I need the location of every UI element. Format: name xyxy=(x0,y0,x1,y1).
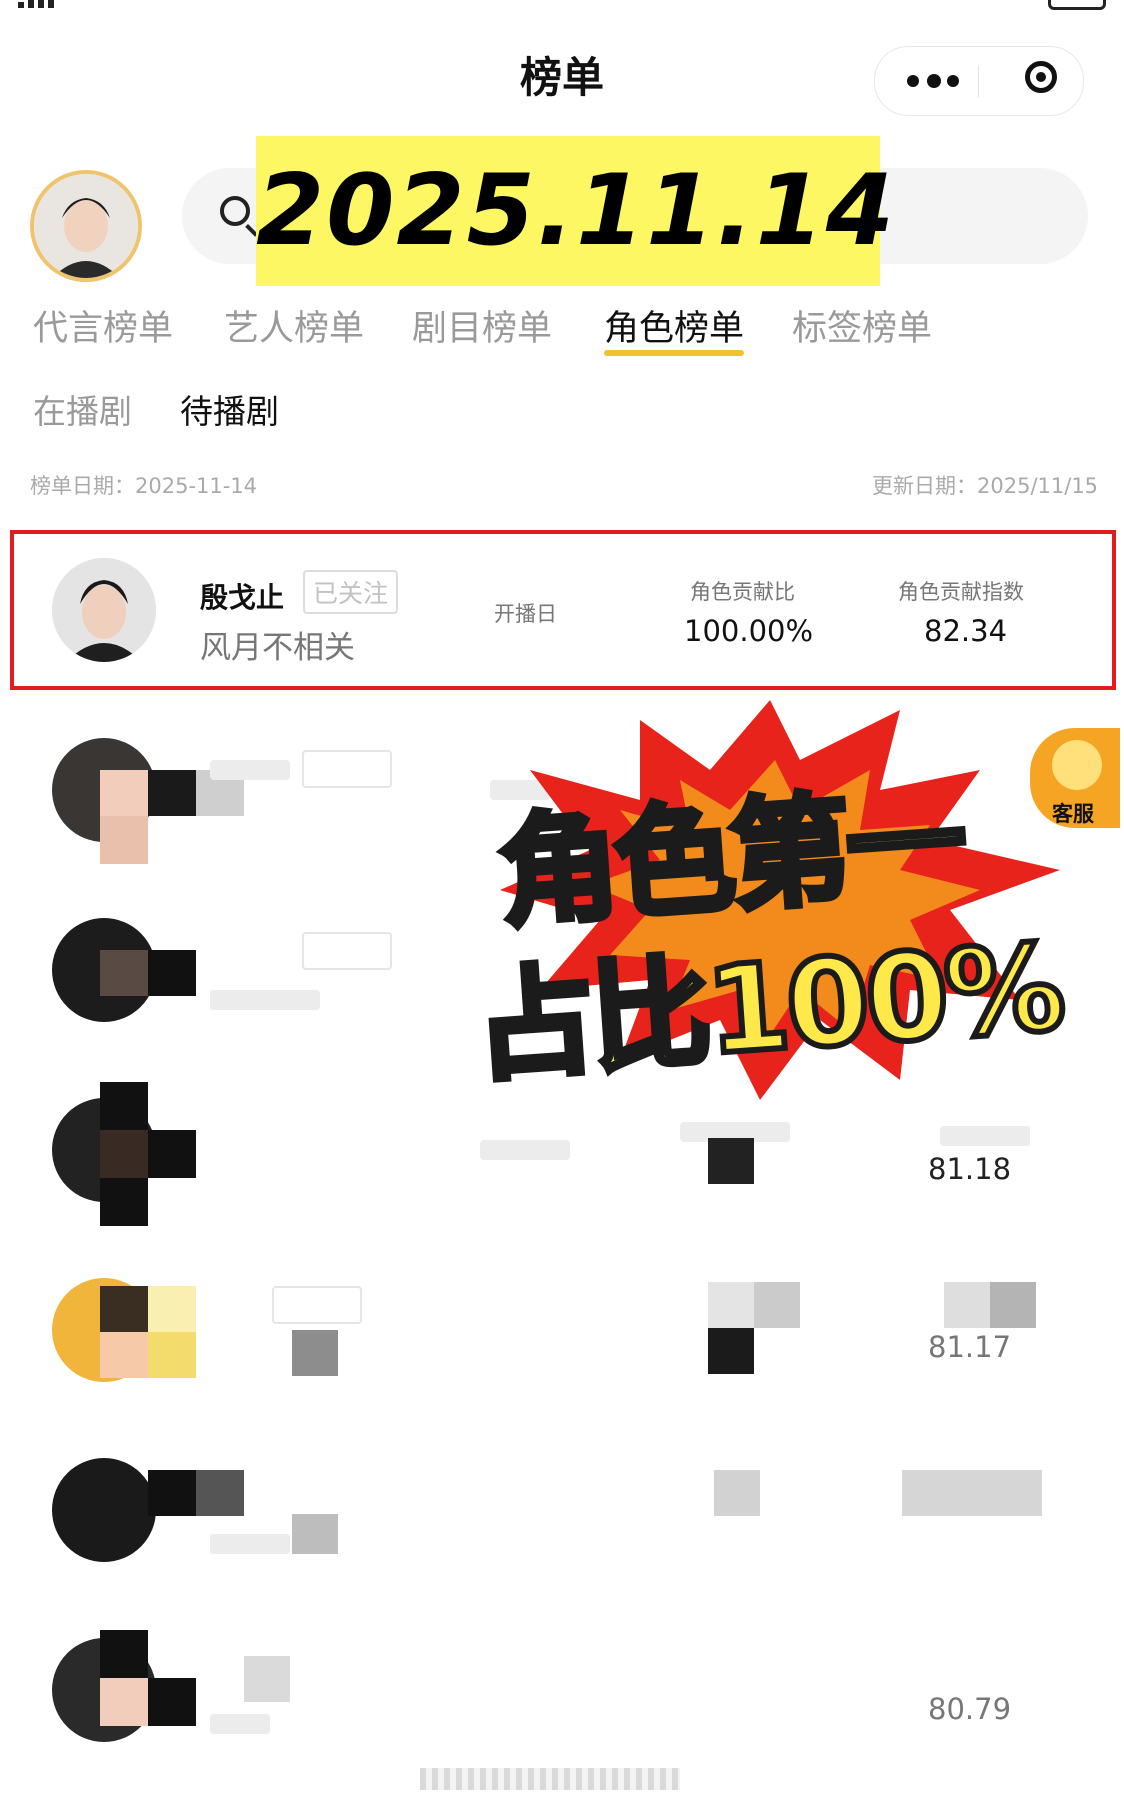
list-item[interactable]: 80.79 xyxy=(10,1610,1116,1770)
date-banner-text: 2025.11.14 xyxy=(256,154,896,268)
subtab-airing[interactable]: 在播剧 xyxy=(33,385,132,433)
tab-artist[interactable]: 艺人榜单 xyxy=(224,300,364,351)
censor-mosaic xyxy=(292,1330,338,1376)
censor-mosaic xyxy=(708,1282,754,1328)
blurred-follow-tag xyxy=(302,932,392,970)
censor-mosaic xyxy=(708,1138,754,1184)
censor-mosaic xyxy=(100,1286,148,1332)
censor-mosaic xyxy=(148,1286,196,1332)
list-item[interactable] xyxy=(10,1430,1116,1590)
censor-mosaic xyxy=(148,1678,196,1726)
drama-title: 风月不相关 xyxy=(200,630,355,666)
user-avatar[interactable] xyxy=(30,170,142,282)
censor-mosaic xyxy=(708,1328,754,1374)
list-item[interactable]: 殷戈止 已关注 风月不相关 开播日 角色贡献比 100.00% 角色贡献指数 8… xyxy=(10,530,1116,690)
censor-mosaic xyxy=(148,770,196,816)
signal-icon-bar xyxy=(38,0,44,8)
signal-icon xyxy=(18,2,24,8)
ratio-value: 100.00% xyxy=(684,614,814,648)
tab-tag[interactable]: 标签榜单 xyxy=(792,300,932,351)
censor-mosaic xyxy=(148,950,196,996)
ratio-label: 角色贡献比 xyxy=(690,580,795,604)
censor-mosaic xyxy=(148,1470,196,1516)
index-value: 80.79 xyxy=(928,1692,1012,1726)
blurred-drama xyxy=(210,990,320,1010)
blurred-label xyxy=(480,1140,570,1160)
blurred-label xyxy=(940,1126,1030,1146)
censor-mosaic xyxy=(754,1282,800,1328)
signal-icon-bar xyxy=(48,0,54,8)
index-value: 82.34 xyxy=(924,614,1008,648)
subtab-upcoming[interactable]: 待播剧 xyxy=(180,385,279,433)
capsule-divider xyxy=(978,65,979,97)
tab-endorsement[interactable]: 代言榜单 xyxy=(33,300,173,351)
censor-mosaic xyxy=(902,1470,1042,1516)
blurred-follow-tag xyxy=(272,1286,362,1324)
battery-icon xyxy=(1048,0,1106,10)
more-icon[interactable] xyxy=(907,69,959,93)
avatar xyxy=(52,558,156,662)
censor-mosaic xyxy=(100,1332,148,1378)
censor-mosaic xyxy=(990,1282,1036,1328)
blurred-drama xyxy=(210,1534,290,1554)
start-date-label: 开播日 xyxy=(494,602,557,626)
censor-mosaic xyxy=(944,1282,990,1328)
censor-mosaic xyxy=(100,1678,148,1726)
search-icon[interactable] xyxy=(220,196,250,226)
list-date: 榜单日期：2025-11-14 xyxy=(30,474,258,498)
blurred-drama xyxy=(210,1714,270,1734)
tab-role[interactable]: 角色榜单 xyxy=(604,300,744,351)
mini-program-capsule xyxy=(874,46,1084,116)
censor-mosaic xyxy=(100,1130,148,1178)
censor-mosaic xyxy=(714,1470,760,1516)
list-item[interactable]: 81.17 xyxy=(10,1250,1116,1410)
censor-mosaic xyxy=(100,770,148,816)
close-target-icon[interactable] xyxy=(1025,61,1057,93)
index-value: 81.18 xyxy=(928,1152,1012,1186)
active-tab-indicator xyxy=(604,350,744,356)
avatar xyxy=(52,1458,156,1562)
date-banner: 2025.11.14 xyxy=(256,136,896,286)
censor-mosaic xyxy=(244,1656,290,1702)
censor-mosaic xyxy=(100,950,148,996)
censor-mosaic xyxy=(100,1178,148,1226)
index-value: 81.17 xyxy=(928,1330,1012,1364)
censor-mosaic xyxy=(100,1630,148,1678)
update-date: 更新日期：2025/11/15 xyxy=(872,474,1099,498)
censor-mosaic xyxy=(196,1470,244,1516)
blurred-name xyxy=(210,760,290,780)
follow-button[interactable]: 已关注 xyxy=(303,570,399,614)
status-bar xyxy=(0,0,1124,14)
blurred-follow-tag xyxy=(302,750,392,788)
censor-mosaic xyxy=(292,1514,338,1554)
blurred-footer xyxy=(420,1768,680,1790)
signal-icon-bar xyxy=(28,0,34,8)
censor-mosaic xyxy=(100,816,148,864)
censor-mosaic xyxy=(148,1332,196,1378)
censor-mosaic xyxy=(148,1130,196,1178)
index-label: 角色贡献指数 xyxy=(898,580,1024,604)
censor-mosaic xyxy=(100,1082,148,1130)
role-name: 殷戈止 xyxy=(200,581,285,614)
tab-drama[interactable]: 剧目榜单 xyxy=(412,300,552,351)
